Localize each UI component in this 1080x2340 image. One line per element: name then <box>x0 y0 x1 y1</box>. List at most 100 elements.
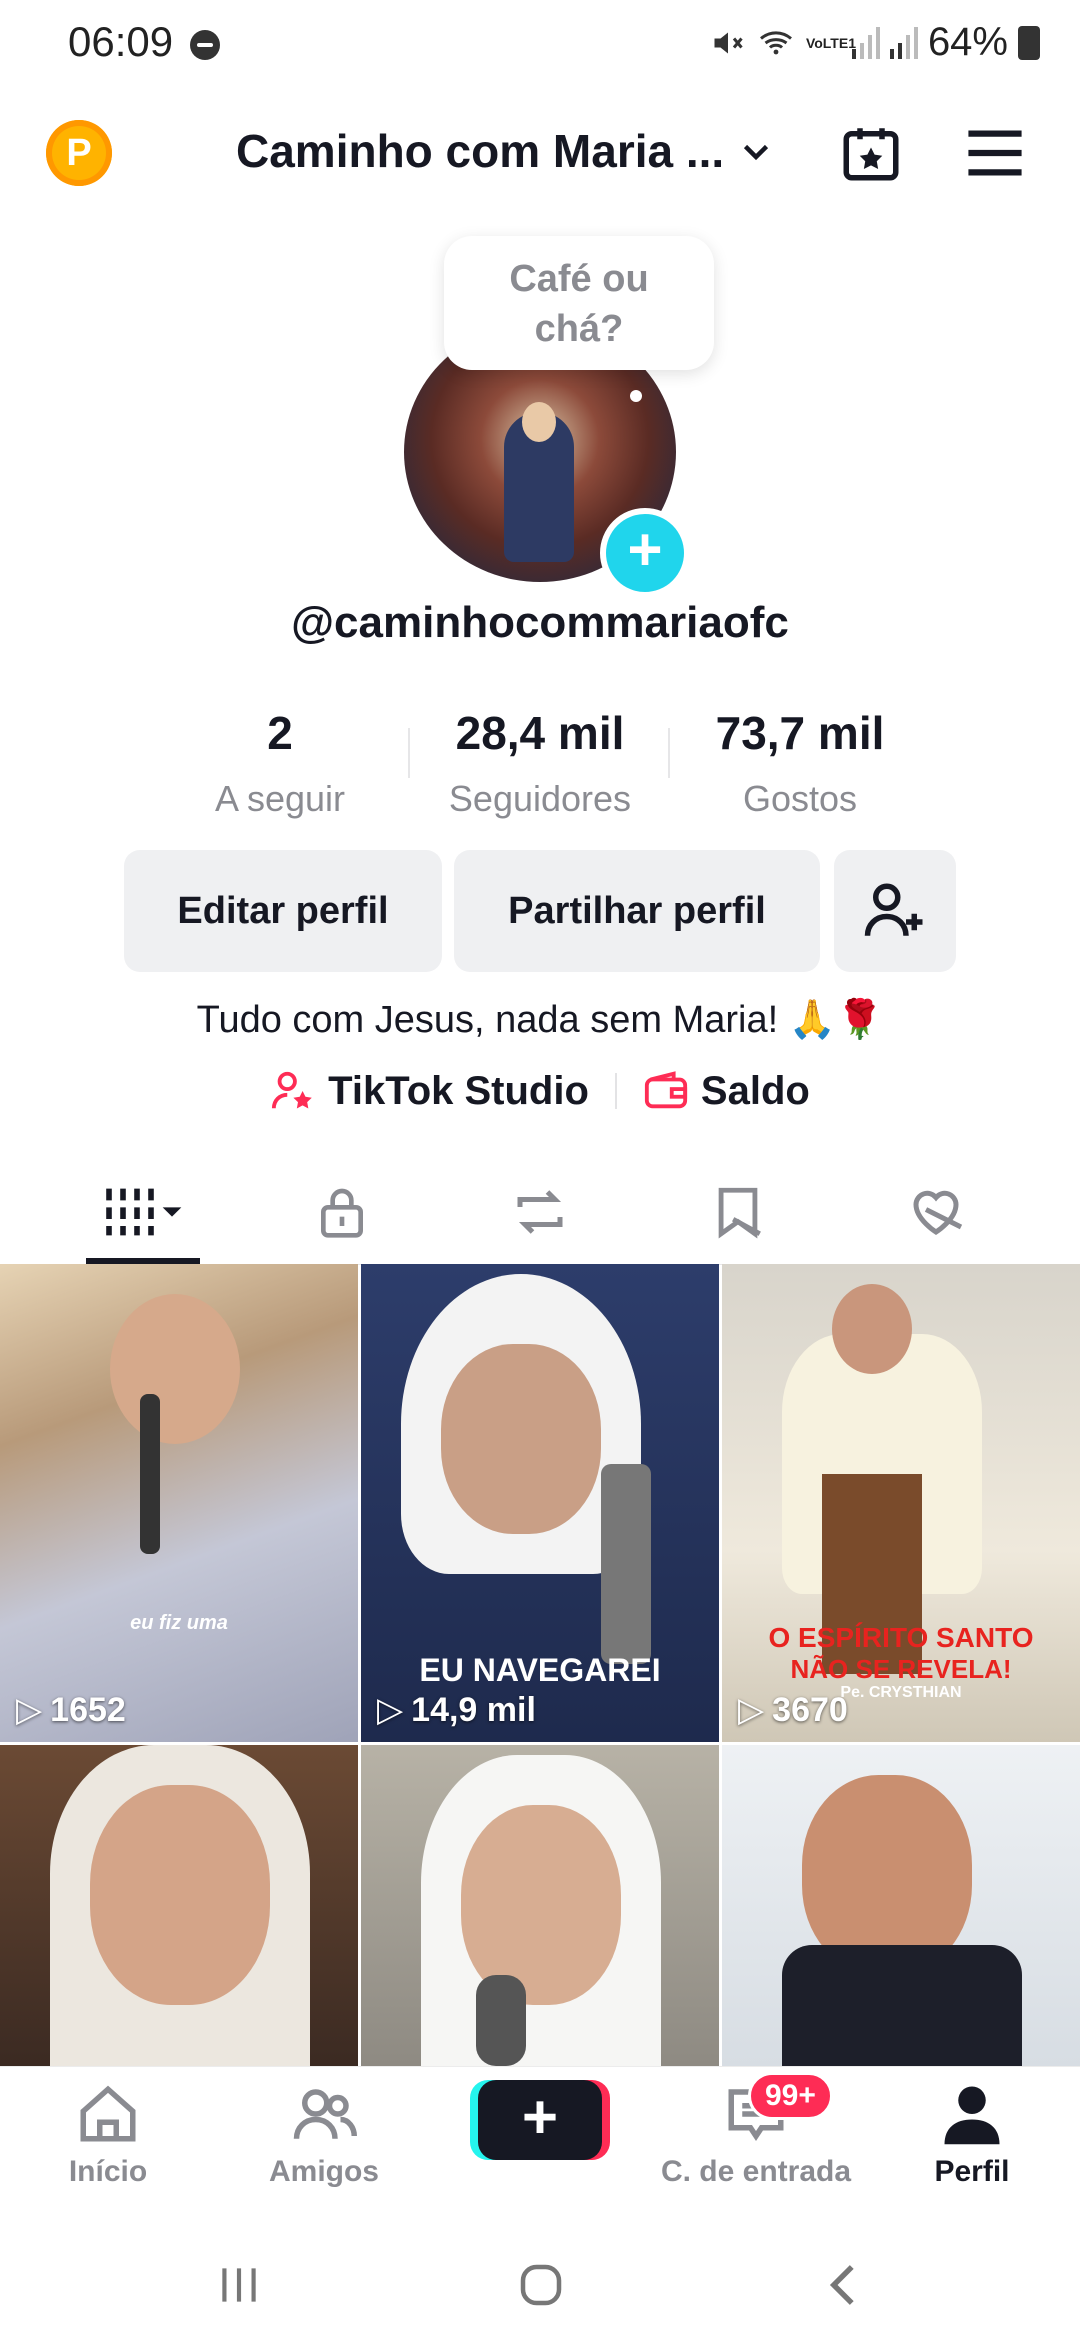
content-tabs <box>0 1160 1080 1265</box>
tiktok-studio-link[interactable]: TikTok Studio <box>270 1068 589 1114</box>
friends-icon <box>293 2089 357 2139</box>
nav-friends-label: Amigos <box>268 2155 379 2188</box>
profile-icon <box>944 2086 1000 2145</box>
stat-likes-number: 73,7 mil <box>715 707 885 759</box>
video-thumbnail[interactable]: EU NAVEGAREI ▷ 14,9 mil <box>361 1264 719 1742</box>
account-switcher[interactable]: Caminho com Maria ... <box>236 124 774 178</box>
calendar-star-icon[interactable] <box>838 120 904 186</box>
stat-following-label: A seguir <box>214 778 346 819</box>
stat-followers-number: 28,4 mil <box>455 707 625 759</box>
add-user-icon <box>864 883 923 936</box>
home-icon <box>80 2085 136 2142</box>
nav-friends[interactable]: Amigos <box>216 2081 432 2211</box>
stat-followers-label: Seguidores <box>448 778 632 819</box>
battery-icon <box>1018 25 1040 60</box>
profile-links: TikTok Studio Saldo <box>0 1068 1080 1114</box>
video-caption: eu fiz uma <box>130 1612 228 1634</box>
chevron-down-icon <box>744 144 769 161</box>
system-nav-bar <box>0 2226 1080 2340</box>
balance-label: Saldo <box>700 1068 810 1113</box>
stat-likes-label: Gostos <box>742 778 858 819</box>
dnd-icon <box>190 30 220 60</box>
thumb-face <box>832 1284 912 1374</box>
nav-profile-label: Perfil <box>934 2155 1010 2188</box>
recent-apps-icon[interactable] <box>214 2260 264 2310</box>
coin-letter: P <box>66 132 92 174</box>
links-divider <box>614 1073 617 1109</box>
view-count: ▷ 14,9 mil <box>377 1690 536 1730</box>
mute-icon <box>714 32 743 53</box>
add-friends-button[interactable] <box>834 850 956 972</box>
view-count: ▷ 1652 <box>16 1690 126 1730</box>
inbox-badge: 99+ <box>748 2072 833 2120</box>
video-caption: EU NAVEGAREI <box>419 1652 661 1688</box>
bookmark-hidden-icon <box>718 1187 761 1239</box>
thumb-cassock <box>782 1945 1022 2066</box>
video-thumbnail[interactable]: eu fiz uma ▷ 1652 <box>0 1264 358 1742</box>
video-thumbnail[interactable] <box>0 1745 358 2066</box>
lock-icon <box>321 1188 363 1238</box>
wallet-icon <box>644 1071 688 1109</box>
signal-icon-2 <box>889 26 918 59</box>
status-bar: 06:09 VoLTE1 64% <box>0 0 1080 90</box>
video-thumbnail[interactable]: O ESPÍRITO SANTO NÃO SE REVELA! Pe. CRYS… <box>722 1264 1080 1742</box>
video-thumbnail[interactable] <box>361 1745 719 2066</box>
repost-icon <box>517 1190 563 1234</box>
note-text-line2: chá? <box>534 308 624 350</box>
nav-home-label: Início <box>68 2155 148 2188</box>
coins-button[interactable]: P <box>46 120 112 186</box>
bubble-tail <box>630 390 642 402</box>
play-icon: ▷ <box>738 1691 765 1729</box>
nav-profile[interactable]: Perfil <box>864 2081 1080 2211</box>
account-name: Caminho com Maria ... <box>236 125 725 177</box>
stat-following[interactable]: 2 A seguir <box>150 706 410 820</box>
nav-home[interactable]: Início <box>0 2081 216 2211</box>
create-button[interactable]: + <box>478 2080 602 2160</box>
home-button-icon[interactable] <box>514 2258 568 2312</box>
videos-grid-icon <box>106 1188 182 1236</box>
view-count-value: 3670 <box>772 1690 848 1729</box>
video-thumbnail[interactable] <box>722 1745 1080 2066</box>
status-icons: VoLTE1 64% <box>710 20 1040 65</box>
note-bubble[interactable]: Café ou chá? <box>444 236 714 370</box>
wifi-icon <box>759 30 792 54</box>
balance-link[interactable]: Saldo <box>643 1068 810 1114</box>
studio-label: TikTok Studio <box>328 1068 589 1113</box>
thumb-face <box>461 1805 621 2005</box>
view-count-value: 14,9 mil <box>411 1690 536 1729</box>
tab-reposts[interactable] <box>432 1160 648 1264</box>
avatar-face <box>522 402 556 442</box>
share-profile-button[interactable]: Partilhar perfil <box>454 850 820 972</box>
battery-percent: 64% <box>927 20 1008 64</box>
thumb-microphone <box>140 1394 160 1554</box>
username: @caminhocommariaofc <box>291 598 789 647</box>
view-count: ▷ 3670 <box>738 1690 848 1730</box>
view-count-value: 1652 <box>50 1690 126 1729</box>
menu-icon[interactable] <box>966 128 1024 178</box>
nav-inbox-label: C. de entrada <box>660 2155 852 2188</box>
heart-hidden-icon <box>913 1190 963 1235</box>
play-icon: ▷ <box>377 1691 404 1729</box>
thumb-microphone <box>601 1464 651 1664</box>
video-caption-line2: NÃO SE REVELA! <box>790 1654 1012 1684</box>
tab-private[interactable] <box>234 1160 450 1264</box>
video-caption-line1: O ESPÍRITO SANTO <box>768 1622 1034 1653</box>
stat-following-number: 2 <box>267 707 293 759</box>
stat-likes[interactable]: 73,7 mil Gostos <box>670 706 930 820</box>
stat-followers[interactable]: 28,4 mil Seguidores <box>410 706 670 820</box>
add-avatar-button[interactable]: + <box>600 508 690 598</box>
edit-profile-button[interactable]: Editar perfil <box>124 850 442 972</box>
volte-label: VoLTE1 <box>805 34 856 51</box>
tab-favorites[interactable] <box>630 1160 846 1264</box>
signal-icon-1 <box>851 26 880 59</box>
play-icon: ▷ <box>16 1691 43 1729</box>
thumb-microphone <box>476 1975 526 2066</box>
tab-videos[interactable] <box>36 1160 252 1264</box>
back-icon[interactable] <box>818 2258 872 2312</box>
note-text-line1: Café ou <box>509 258 649 300</box>
status-time: 06:09 <box>68 18 174 65</box>
thumb-face <box>90 1785 270 2005</box>
bio-text: Tudo com Jesus, nada sem Maria! 🙏🌹 <box>196 999 884 1041</box>
tab-liked[interactable] <box>828 1160 1044 1264</box>
thumb-face <box>110 1294 240 1444</box>
